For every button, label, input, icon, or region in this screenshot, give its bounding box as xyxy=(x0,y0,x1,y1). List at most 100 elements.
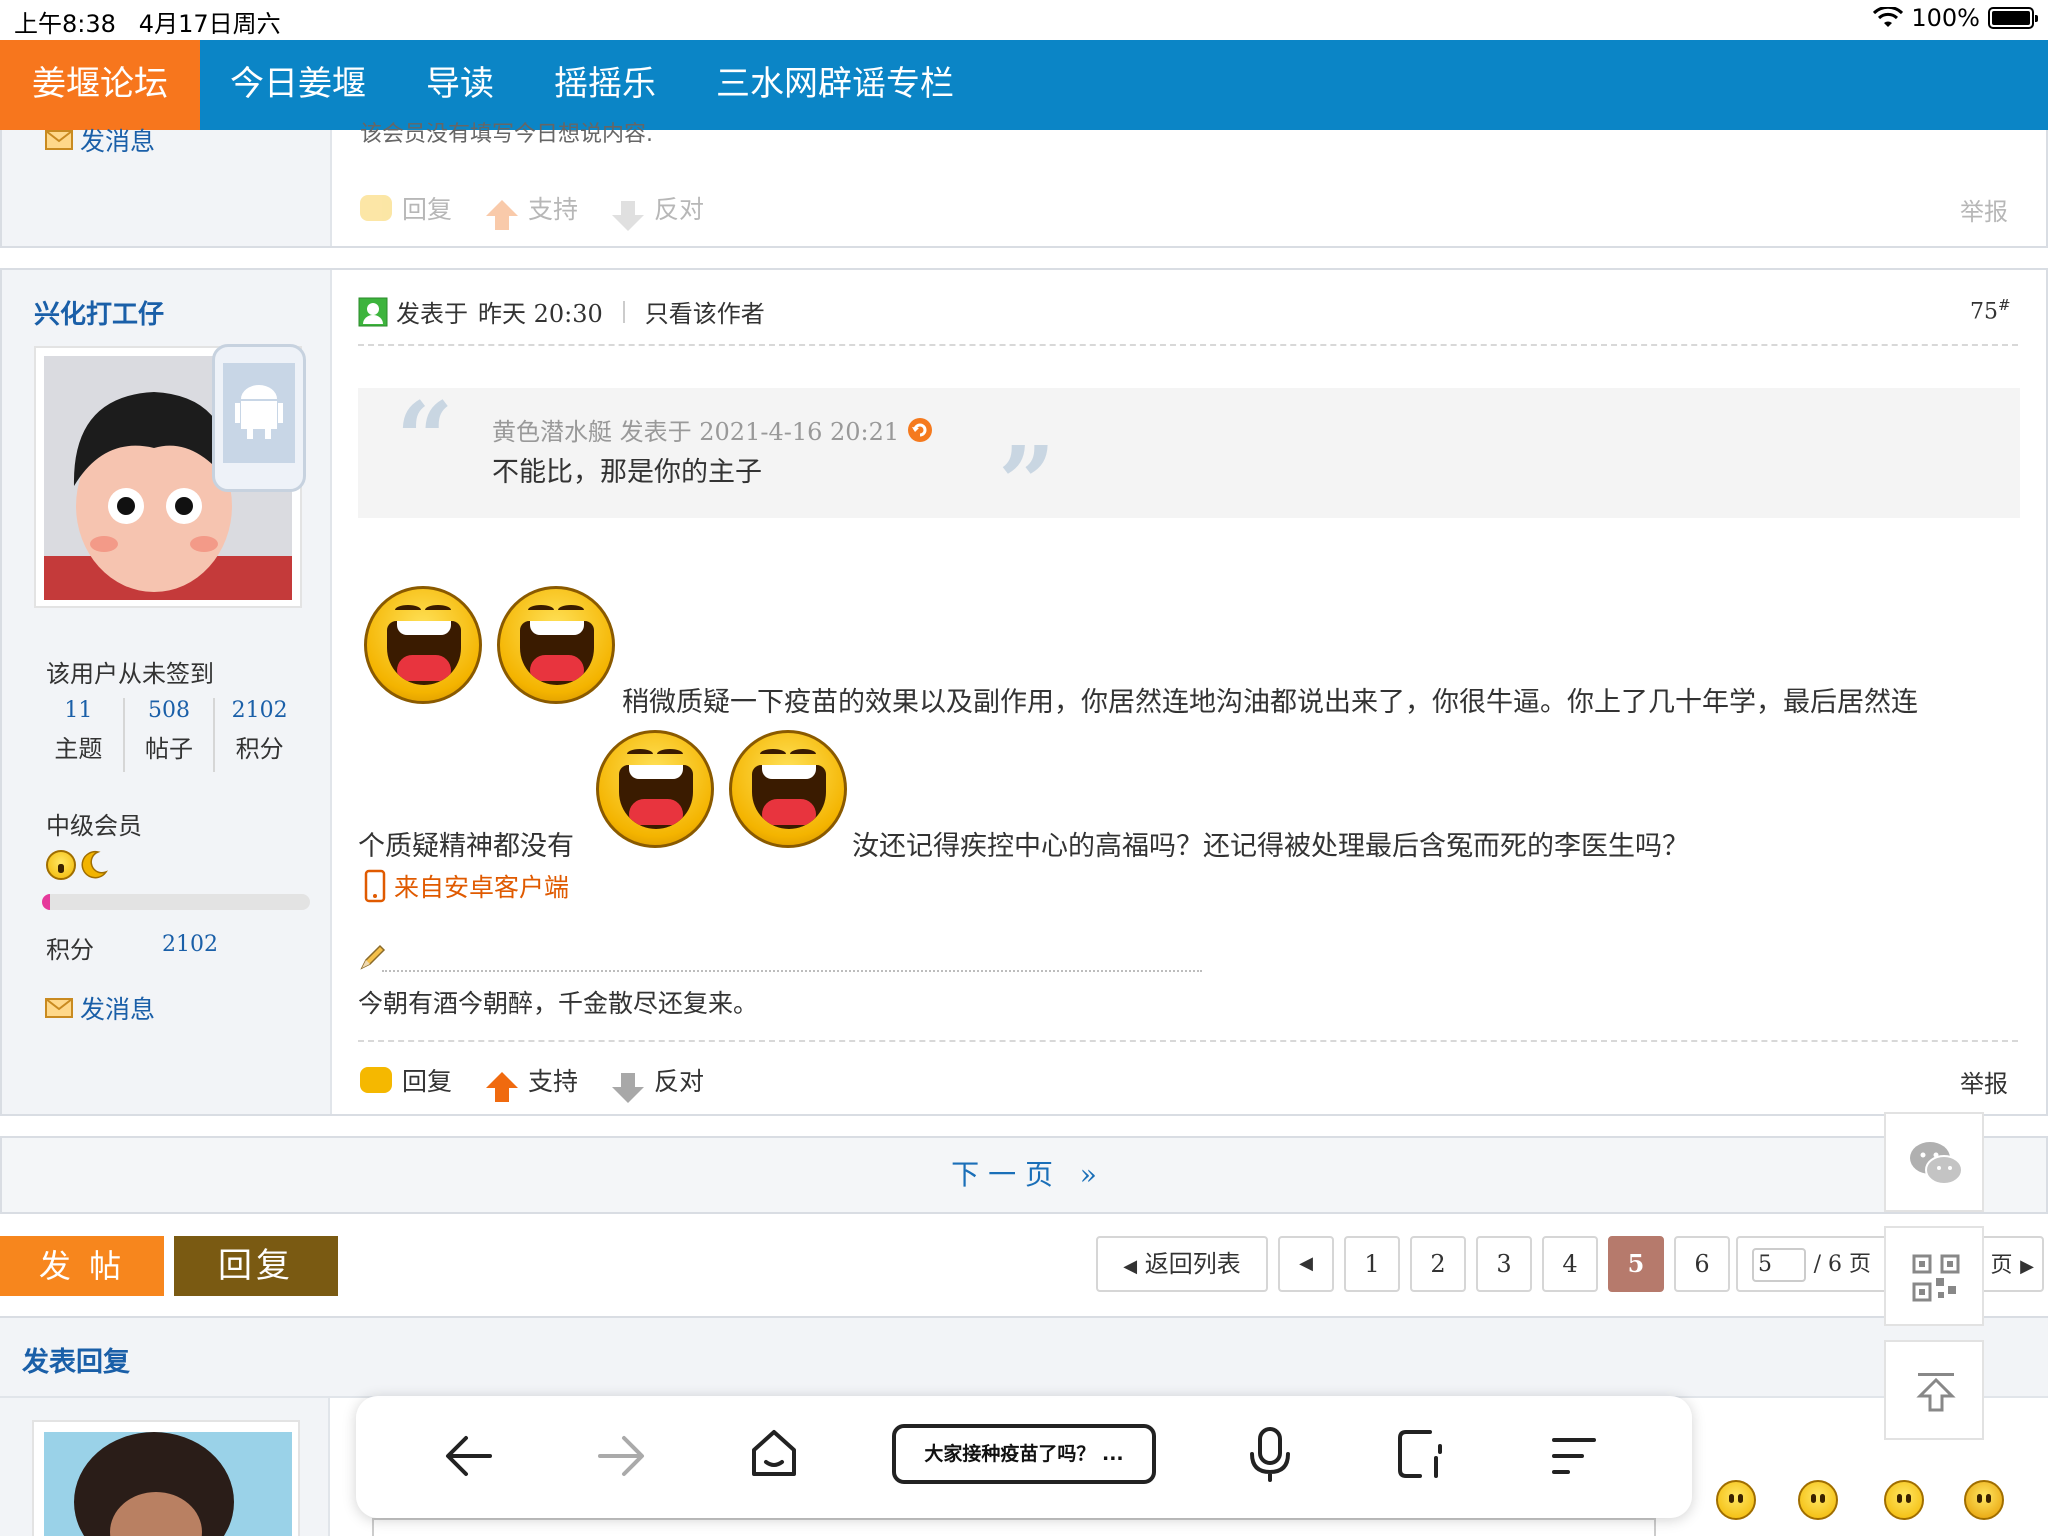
sad-emoji-button[interactable] xyxy=(1798,1480,1838,1520)
forward-arrow-icon[interactable] xyxy=(596,1434,646,1478)
nav-item-rumor[interactable]: 三水网辟谣专栏 xyxy=(686,40,984,130)
rank-progress-fill xyxy=(42,894,51,910)
prev-oppose-button[interactable]: 反对 xyxy=(654,190,704,226)
user-rank[interactable]: 中级会员 xyxy=(46,806,142,841)
message-icon xyxy=(45,998,73,1018)
reply-section-title: 发表回复 xyxy=(22,1347,130,1378)
prev-post: 发消息 该会员没有填写今日想说内容. 回复 支持 反对 举报 xyxy=(0,122,2048,248)
page-3[interactable]: 3 xyxy=(1476,1236,1532,1292)
reply-sidebar xyxy=(0,1398,330,1536)
only-author-link[interactable]: 只看该作者 xyxy=(645,294,765,329)
header-separator xyxy=(358,344,2018,346)
status-time: 上午8:38 xyxy=(14,10,116,38)
floor-number[interactable]: 75# xyxy=(1970,296,2011,324)
battery-icon xyxy=(1988,7,2038,29)
author-sidebar: 兴化打工仔 该用户从未签到 11 主题 508 帖子 2102 积分 中级会员 … xyxy=(2,270,332,1114)
points-value: 2102 xyxy=(162,932,218,957)
nav-item-forum[interactable]: 姜堰论坛 xyxy=(0,40,200,130)
page-4[interactable]: 4 xyxy=(1542,1236,1598,1292)
page-2[interactable]: 2 xyxy=(1410,1236,1466,1292)
avatar[interactable] xyxy=(34,344,306,608)
prev-reply-button[interactable]: 回复 xyxy=(402,190,452,226)
client-source-link[interactable]: 来自安卓客户端 xyxy=(364,868,569,904)
browser-toolbar: 大家接种疫苗了吗？ ... xyxy=(356,1396,1692,1518)
sun-face-icon xyxy=(46,850,76,880)
page-1[interactable]: 1 xyxy=(1344,1236,1400,1292)
reply-icon xyxy=(360,195,392,221)
reply-thread-button[interactable]: 回复 xyxy=(174,1236,338,1296)
jump-to-post-icon[interactable] xyxy=(907,417,933,443)
quote-block: “ 黄色潜水艇 发表于 2021-4-16 20:21 不能比，那是你的主子 ” xyxy=(358,380,2020,542)
menu-icon[interactable] xyxy=(1550,1434,1598,1478)
next-page-bar[interactable]: 下 一 页 » xyxy=(0,1136,2048,1214)
support-icon xyxy=(486,200,519,230)
signature-text: 今朝有酒今朝醉，千金散尽还复来。 xyxy=(358,989,759,1018)
page-6[interactable]: 6 xyxy=(1674,1236,1730,1292)
prev-send-message[interactable]: 发消息 xyxy=(44,122,155,158)
smile-emoji-button[interactable] xyxy=(1716,1480,1756,1520)
grin-emoji-button[interactable] xyxy=(1884,1480,1924,1520)
microphone-icon[interactable] xyxy=(1248,1426,1292,1482)
page-jump-input[interactable]: 5 xyxy=(1752,1248,1806,1282)
signature-separator xyxy=(382,970,1202,972)
pencil-icon xyxy=(360,944,386,970)
posted-time: 昨天 20:30 xyxy=(478,300,603,328)
stat-posts[interactable]: 508 帖子 xyxy=(125,698,216,772)
top-nav: 姜堰论坛 今日姜堰 导读 摇摇乐 三水网辟谣专栏 xyxy=(0,40,2048,130)
battery-percent: 100% xyxy=(1911,4,1980,32)
prev-page-button[interactable]: ◀ xyxy=(1278,1236,1334,1292)
support-icon xyxy=(486,1072,519,1102)
report-button[interactable]: 举报 xyxy=(1960,1064,2008,1099)
oppose-icon xyxy=(612,201,645,231)
page-total: / 6 页 xyxy=(1813,1252,1872,1277)
stat-points[interactable]: 2102 积分 xyxy=(215,698,304,772)
reply-textarea[interactable] xyxy=(372,1518,1656,1536)
address-bar[interactable]: 大家接种疫苗了吗？ ... xyxy=(892,1424,1156,1484)
status-date: 4月17日周六 xyxy=(138,10,281,38)
prev-support-button[interactable]: 支持 xyxy=(528,190,578,226)
open-quote-mark: “ xyxy=(396,380,454,498)
support-button[interactable]: 支持 xyxy=(528,1062,578,1098)
my-avatar[interactable] xyxy=(32,1420,300,1536)
signin-status: 该用户从未签到 xyxy=(46,660,214,688)
reply-header xyxy=(0,1318,2048,1398)
reply-button[interactable]: 回复 xyxy=(402,1062,452,1098)
back-arrow-icon[interactable] xyxy=(444,1434,494,1478)
next-page-label: 下 一 页 xyxy=(951,1158,1053,1191)
laugh-emoji-2 xyxy=(596,730,848,852)
laugh-emoji-1 xyxy=(364,586,616,708)
next-page-button[interactable]: 页 ▶ xyxy=(1978,1236,2044,1292)
post-header: 发表于 昨天 20:30 只看该作者 xyxy=(358,294,765,329)
user-stats: 11 主题 508 帖子 2102 积分 xyxy=(34,698,304,772)
caret-left-icon: ◀ xyxy=(1123,1256,1138,1277)
back-to-list-button[interactable]: ◀ 返回列表 xyxy=(1096,1236,1268,1292)
wechat-icon xyxy=(1910,1142,1963,1185)
post-75: 兴化打工仔 该用户从未签到 11 主题 508 帖子 2102 积分 中级会员 … xyxy=(0,268,2048,1116)
qrcode-button[interactable] xyxy=(1884,1226,1984,1326)
tabs-icon[interactable] xyxy=(1396,1428,1448,1480)
new-post-button[interactable]: 发 帖 xyxy=(0,1236,164,1296)
prev-post-text: 该会员没有填写今日想说内容. xyxy=(360,122,653,147)
wechat-share-button[interactable] xyxy=(1884,1112,1984,1212)
page-jump: 5 / 6 页 xyxy=(1736,1236,1888,1292)
back-to-top-button[interactable] xyxy=(1884,1340,1984,1440)
arrow-to-top-icon xyxy=(1916,1373,1956,1412)
prev-report-button[interactable]: 举报 xyxy=(1960,192,2008,227)
my-avatar-image xyxy=(44,1432,292,1536)
author-name[interactable]: 兴化打工仔 xyxy=(34,294,164,331)
wifi-icon xyxy=(1873,7,1904,27)
quote-text: 不能比，那是你的主子 xyxy=(492,457,762,488)
send-message-link[interactable]: 发消息 xyxy=(44,990,155,1026)
oppose-button[interactable]: 反对 xyxy=(654,1062,704,1098)
status-bar: 上午8:38 4月17日周六 100% xyxy=(0,0,2048,40)
post-body-line1: 稍微质疑一下疫苗的效果以及副作用，你居然连地沟油都说出来了，你很牛逼。你上了几十… xyxy=(622,687,1918,718)
cry-emoji-button[interactable] xyxy=(1964,1480,2004,1520)
rank-progress-bar xyxy=(42,894,310,910)
page-5-current[interactable]: 5 xyxy=(1608,1236,1664,1292)
next-page-arrow: » xyxy=(1079,1158,1097,1191)
reply-icon xyxy=(360,1067,392,1093)
home-icon[interactable] xyxy=(748,1428,800,1480)
close-quote-mark: ” xyxy=(998,424,1056,542)
points-label: 积分 xyxy=(46,936,94,964)
stat-threads[interactable]: 11 主题 xyxy=(34,698,125,772)
